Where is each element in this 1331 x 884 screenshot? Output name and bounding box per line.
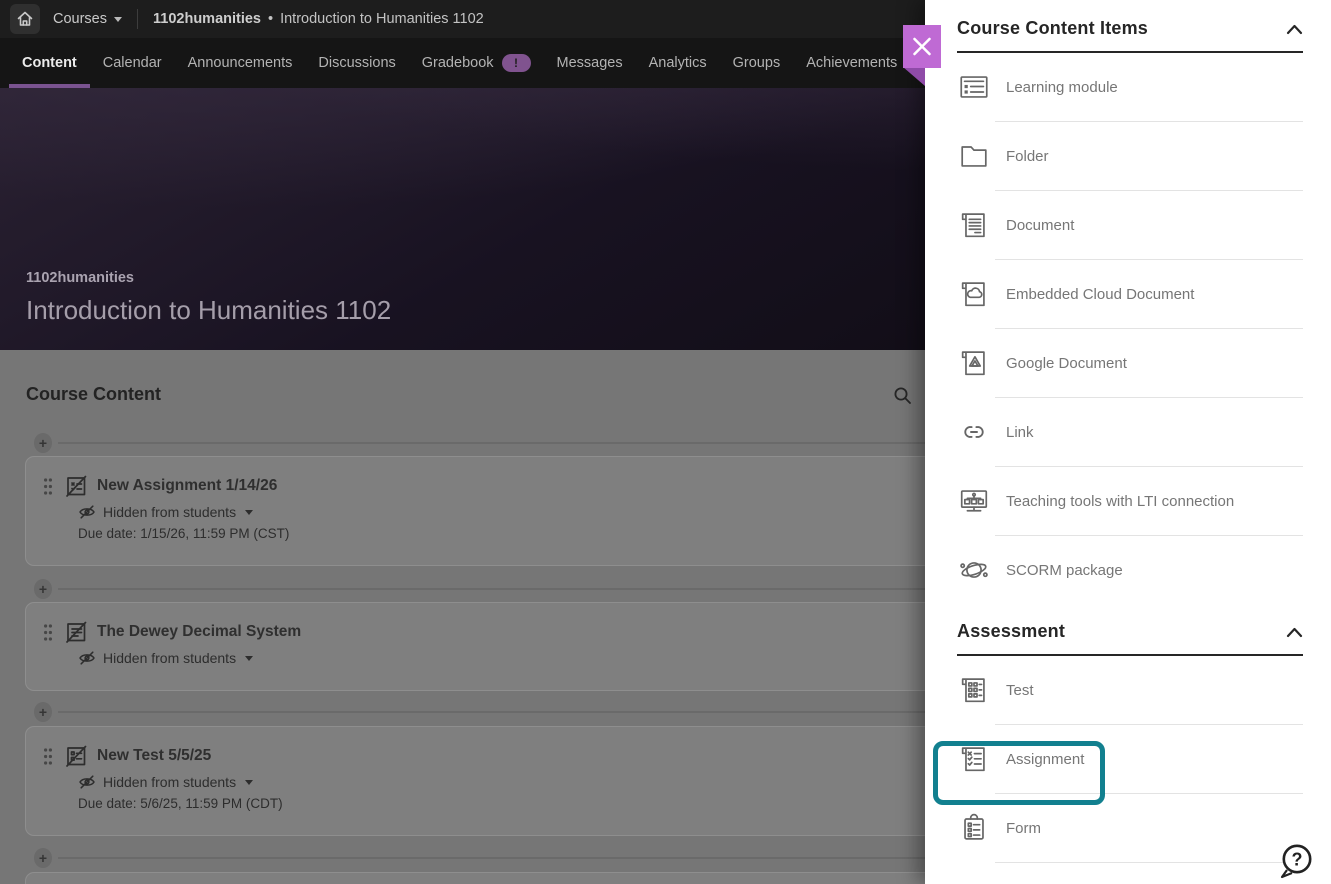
embedded-cloud-document-icon (957, 277, 991, 311)
gradebook-alert-badge: ! (502, 54, 531, 72)
chevron-down-icon (114, 17, 122, 22)
panel-item-label: Document (1006, 217, 1074, 234)
drag-handle[interactable] (43, 477, 53, 496)
visibility-label: Hidden from students (103, 774, 236, 790)
panel-item-embedded-cloud-document[interactable]: Embedded Cloud Document (957, 260, 1303, 328)
courses-label: Courses (53, 11, 107, 27)
content-item-title[interactable]: The Dewey Decimal System (97, 623, 301, 641)
home-icon (16, 10, 34, 28)
tab-achievements[interactable]: Achievements (793, 38, 910, 88)
assignment-hidden-icon (64, 474, 88, 498)
add-content-button[interactable]: + (34, 433, 52, 453)
banner-course-title: Introduction to Humanities 1102 (26, 295, 391, 326)
panel-item-label: Google Document (1006, 355, 1127, 372)
svg-text:?: ? (1292, 850, 1303, 870)
panel-item-label: Teaching tools with LTI connection (1006, 493, 1234, 510)
course-content-heading: Course Content (26, 384, 161, 405)
tab-content[interactable]: Content (9, 38, 90, 88)
document-icon (957, 208, 991, 242)
eye-slash-icon (78, 649, 96, 667)
panel-item-document[interactable]: Document (957, 191, 1303, 259)
blackboard-course-page: Courses 1102humanities • Introduction to… (0, 0, 1331, 884)
eye-slash-icon (78, 773, 96, 791)
tab-discussions[interactable]: Discussions (305, 38, 408, 88)
close-icon (903, 25, 941, 87)
search-icon (893, 386, 912, 405)
tab-gradebook[interactable]: Gradebook ! (409, 38, 544, 88)
banner-course-id: 1102humanities (26, 270, 391, 286)
chevron-down-icon (245, 510, 253, 515)
eye-slash-icon (78, 503, 96, 521)
home-button[interactable] (10, 4, 40, 34)
content-item-title[interactable]: New Assignment 1/14/26 (97, 477, 277, 495)
panel-item-label: Test (1006, 682, 1034, 699)
breadcrumb-course-name: Introduction to Humanities 1102 (280, 11, 484, 27)
panel-section-header[interactable]: Assessment (957, 621, 1303, 656)
tab-groups[interactable]: Groups (720, 38, 794, 88)
panel-item-assignment[interactable]: Assignment (957, 725, 1303, 793)
test-icon (957, 673, 991, 707)
chevron-up-icon (1286, 23, 1303, 35)
content-item-title[interactable]: New Test 5/5/25 (97, 747, 211, 765)
panel-item-label: SCORM package (1006, 562, 1123, 579)
visibility-label: Hidden from students (103, 650, 236, 666)
panel-item-test[interactable]: Test (957, 656, 1303, 724)
panel-section-header[interactable]: Course Content Items (957, 18, 1303, 53)
test-hidden-icon (64, 744, 88, 768)
learning-module-icon (957, 70, 991, 104)
panel-item-learning-module[interactable]: Learning module (957, 53, 1303, 121)
course-content-items-panel: Course Content Items Learning (925, 0, 1331, 884)
scorm-package-icon (957, 553, 991, 587)
drag-handle[interactable] (43, 747, 53, 766)
panel-item-label: Embedded Cloud Document (1006, 286, 1194, 303)
document-hidden-icon (64, 620, 88, 644)
panel-item-google-document[interactable]: Google Document (957, 329, 1303, 397)
panel-section-title: Course Content Items (957, 18, 1148, 39)
topbar-divider (137, 9, 138, 29)
panel-section-title: Assessment (957, 621, 1065, 642)
course-banner-text: 1102humanities Introduction to Humanitie… (26, 270, 391, 326)
assignment-icon (957, 742, 991, 776)
breadcrumb-course-id: 1102humanities (153, 11, 261, 27)
add-content-button[interactable]: + (34, 702, 52, 722)
tab-announcements[interactable]: Announcements (175, 38, 306, 88)
tab-messages[interactable]: Messages (544, 38, 636, 88)
form-icon (957, 811, 991, 845)
panel-item-label: Learning module (1006, 79, 1118, 96)
add-content-button[interactable]: + (34, 848, 52, 868)
breadcrumb: 1102humanities • Introduction to Humanit… (153, 11, 484, 27)
chevron-down-icon (245, 780, 253, 785)
add-content-button[interactable]: + (34, 579, 52, 599)
search-button[interactable] (893, 386, 912, 405)
breadcrumb-separator: • (268, 11, 273, 27)
chevron-up-icon (1286, 626, 1303, 638)
panel-item-label: Folder (1006, 148, 1049, 165)
lti-connection-icon (957, 484, 991, 518)
panel-item-scorm-package[interactable]: SCORM package (957, 536, 1303, 604)
chevron-down-icon (245, 656, 253, 661)
courses-menu[interactable]: Courses (53, 11, 122, 27)
panel-item-label: Link (1006, 424, 1034, 441)
tab-analytics[interactable]: Analytics (636, 38, 720, 88)
visibility-label: Hidden from students (103, 504, 236, 520)
panel-item-label: Form (1006, 820, 1041, 837)
help-icon: ? (1277, 841, 1317, 883)
panel-item-form[interactable]: Form (957, 794, 1303, 862)
panel-item-label: Assignment (1006, 751, 1084, 768)
link-icon (957, 415, 991, 449)
google-document-icon (957, 346, 991, 380)
folder-icon (957, 139, 991, 173)
close-panel-button[interactable] (903, 25, 941, 87)
drag-handle[interactable] (43, 623, 53, 642)
help-button[interactable]: ? (1277, 841, 1317, 883)
tab-calendar[interactable]: Calendar (90, 38, 175, 88)
panel-item-folder[interactable]: Folder (957, 122, 1303, 190)
panel-item-lti-connection[interactable]: Teaching tools with LTI connection (957, 467, 1303, 535)
panel-item-link[interactable]: Link (957, 398, 1303, 466)
